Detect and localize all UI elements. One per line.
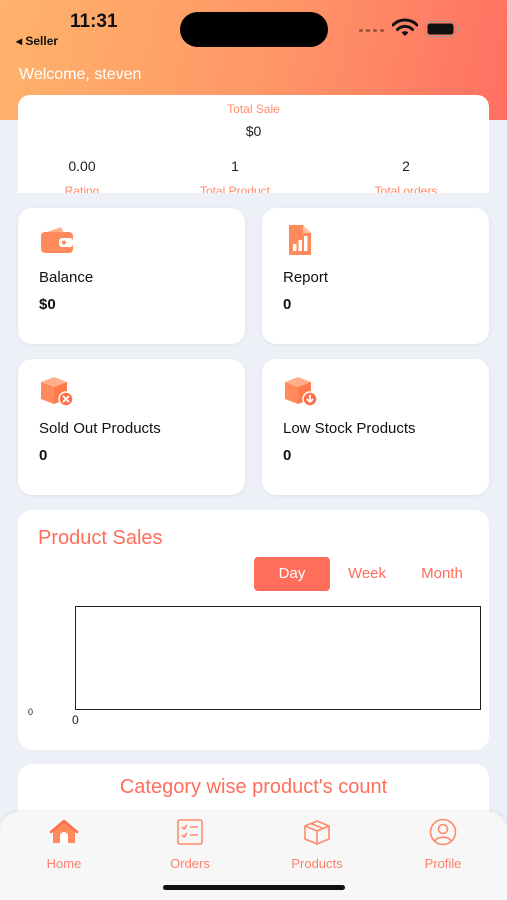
period-day-button[interactable]: Day	[254, 557, 330, 591]
products-icon	[304, 820, 330, 845]
profile-icon	[429, 818, 457, 846]
low-stock-products-card[interactable]: Low Stock Products 0	[262, 359, 489, 495]
cellular-signal-icon	[359, 27, 386, 33]
back-to-app-link[interactable]: ◂ Seller	[16, 34, 58, 48]
total-product-value: 1	[231, 158, 239, 174]
balance-card[interactable]: Balance $0	[18, 208, 245, 344]
total-sale-value: $0	[245, 123, 262, 139]
product-sales-chart	[75, 606, 481, 710]
period-month-button[interactable]: Month	[404, 557, 480, 591]
rating-value: 0.00	[68, 158, 96, 174]
home-indicator	[163, 885, 345, 890]
report-value: 0	[283, 296, 292, 313]
total-orders-value: 2	[402, 158, 410, 174]
total-product-stat: 1 Total Product	[165, 158, 305, 193]
category-count-title: Category wise product's count	[119, 776, 388, 798]
report-title: Report	[283, 269, 329, 286]
low-stock-box-icon	[285, 377, 318, 407]
tab-orders-label: Orders	[170, 856, 210, 871]
dynamic-island	[180, 12, 328, 47]
tab-profile[interactable]: Profile	[393, 818, 493, 871]
tab-home-label: Home	[46, 856, 82, 871]
wifi-icon	[392, 18, 418, 36]
rating-label: Rating	[64, 184, 100, 193]
total-orders-label: Total orders	[374, 184, 438, 193]
sold-out-products-title: Sold Out Products	[39, 420, 161, 437]
product-sales-title: Product Sales	[38, 527, 163, 549]
total-orders-stat: 2 Total orders	[336, 158, 476, 193]
chart-y-tick-label: 0	[28, 707, 34, 717]
orders-icon	[177, 819, 203, 845]
chart-x-tick-label: 0	[72, 713, 79, 727]
balance-title: Balance	[39, 269, 94, 286]
total-product-label: Total Product	[199, 184, 271, 193]
status-bar: 11:31 ◂ Seller	[0, 0, 507, 56]
sales-summary-card: Total Sale $0 0.00 Rating 1 Total Produc…	[18, 95, 489, 193]
sold-out-products-card[interactable]: Sold Out Products 0	[18, 359, 245, 495]
report-icon	[289, 225, 311, 255]
welcome-text: Welcome, steven	[19, 66, 142, 83]
sold-out-products-value: 0	[39, 447, 48, 464]
tab-profile-label: Profile	[424, 856, 462, 871]
rating-stat: 0.00 Rating	[18, 158, 152, 193]
tab-orders[interactable]: Orders	[140, 818, 240, 871]
product-sales-card: Product Sales Day Week Month 0 0	[18, 510, 489, 750]
home-icon	[49, 819, 79, 843]
status-time: 11:31	[70, 11, 118, 32]
balance-value: $0	[39, 296, 56, 313]
wallet-icon	[41, 227, 73, 253]
tab-home[interactable]: Home	[14, 818, 114, 871]
report-card[interactable]: Report 0	[262, 208, 489, 344]
sold-out-box-icon	[41, 377, 74, 407]
tab-products-label: Products	[291, 856, 343, 871]
period-week-button[interactable]: Week	[329, 557, 405, 591]
total-sale-label: Total Sale	[227, 102, 280, 116]
battery-icon	[425, 21, 459, 37]
low-stock-products-value: 0	[283, 447, 292, 464]
tab-products[interactable]: Products	[267, 818, 367, 871]
low-stock-products-title: Low Stock Products	[283, 420, 416, 437]
